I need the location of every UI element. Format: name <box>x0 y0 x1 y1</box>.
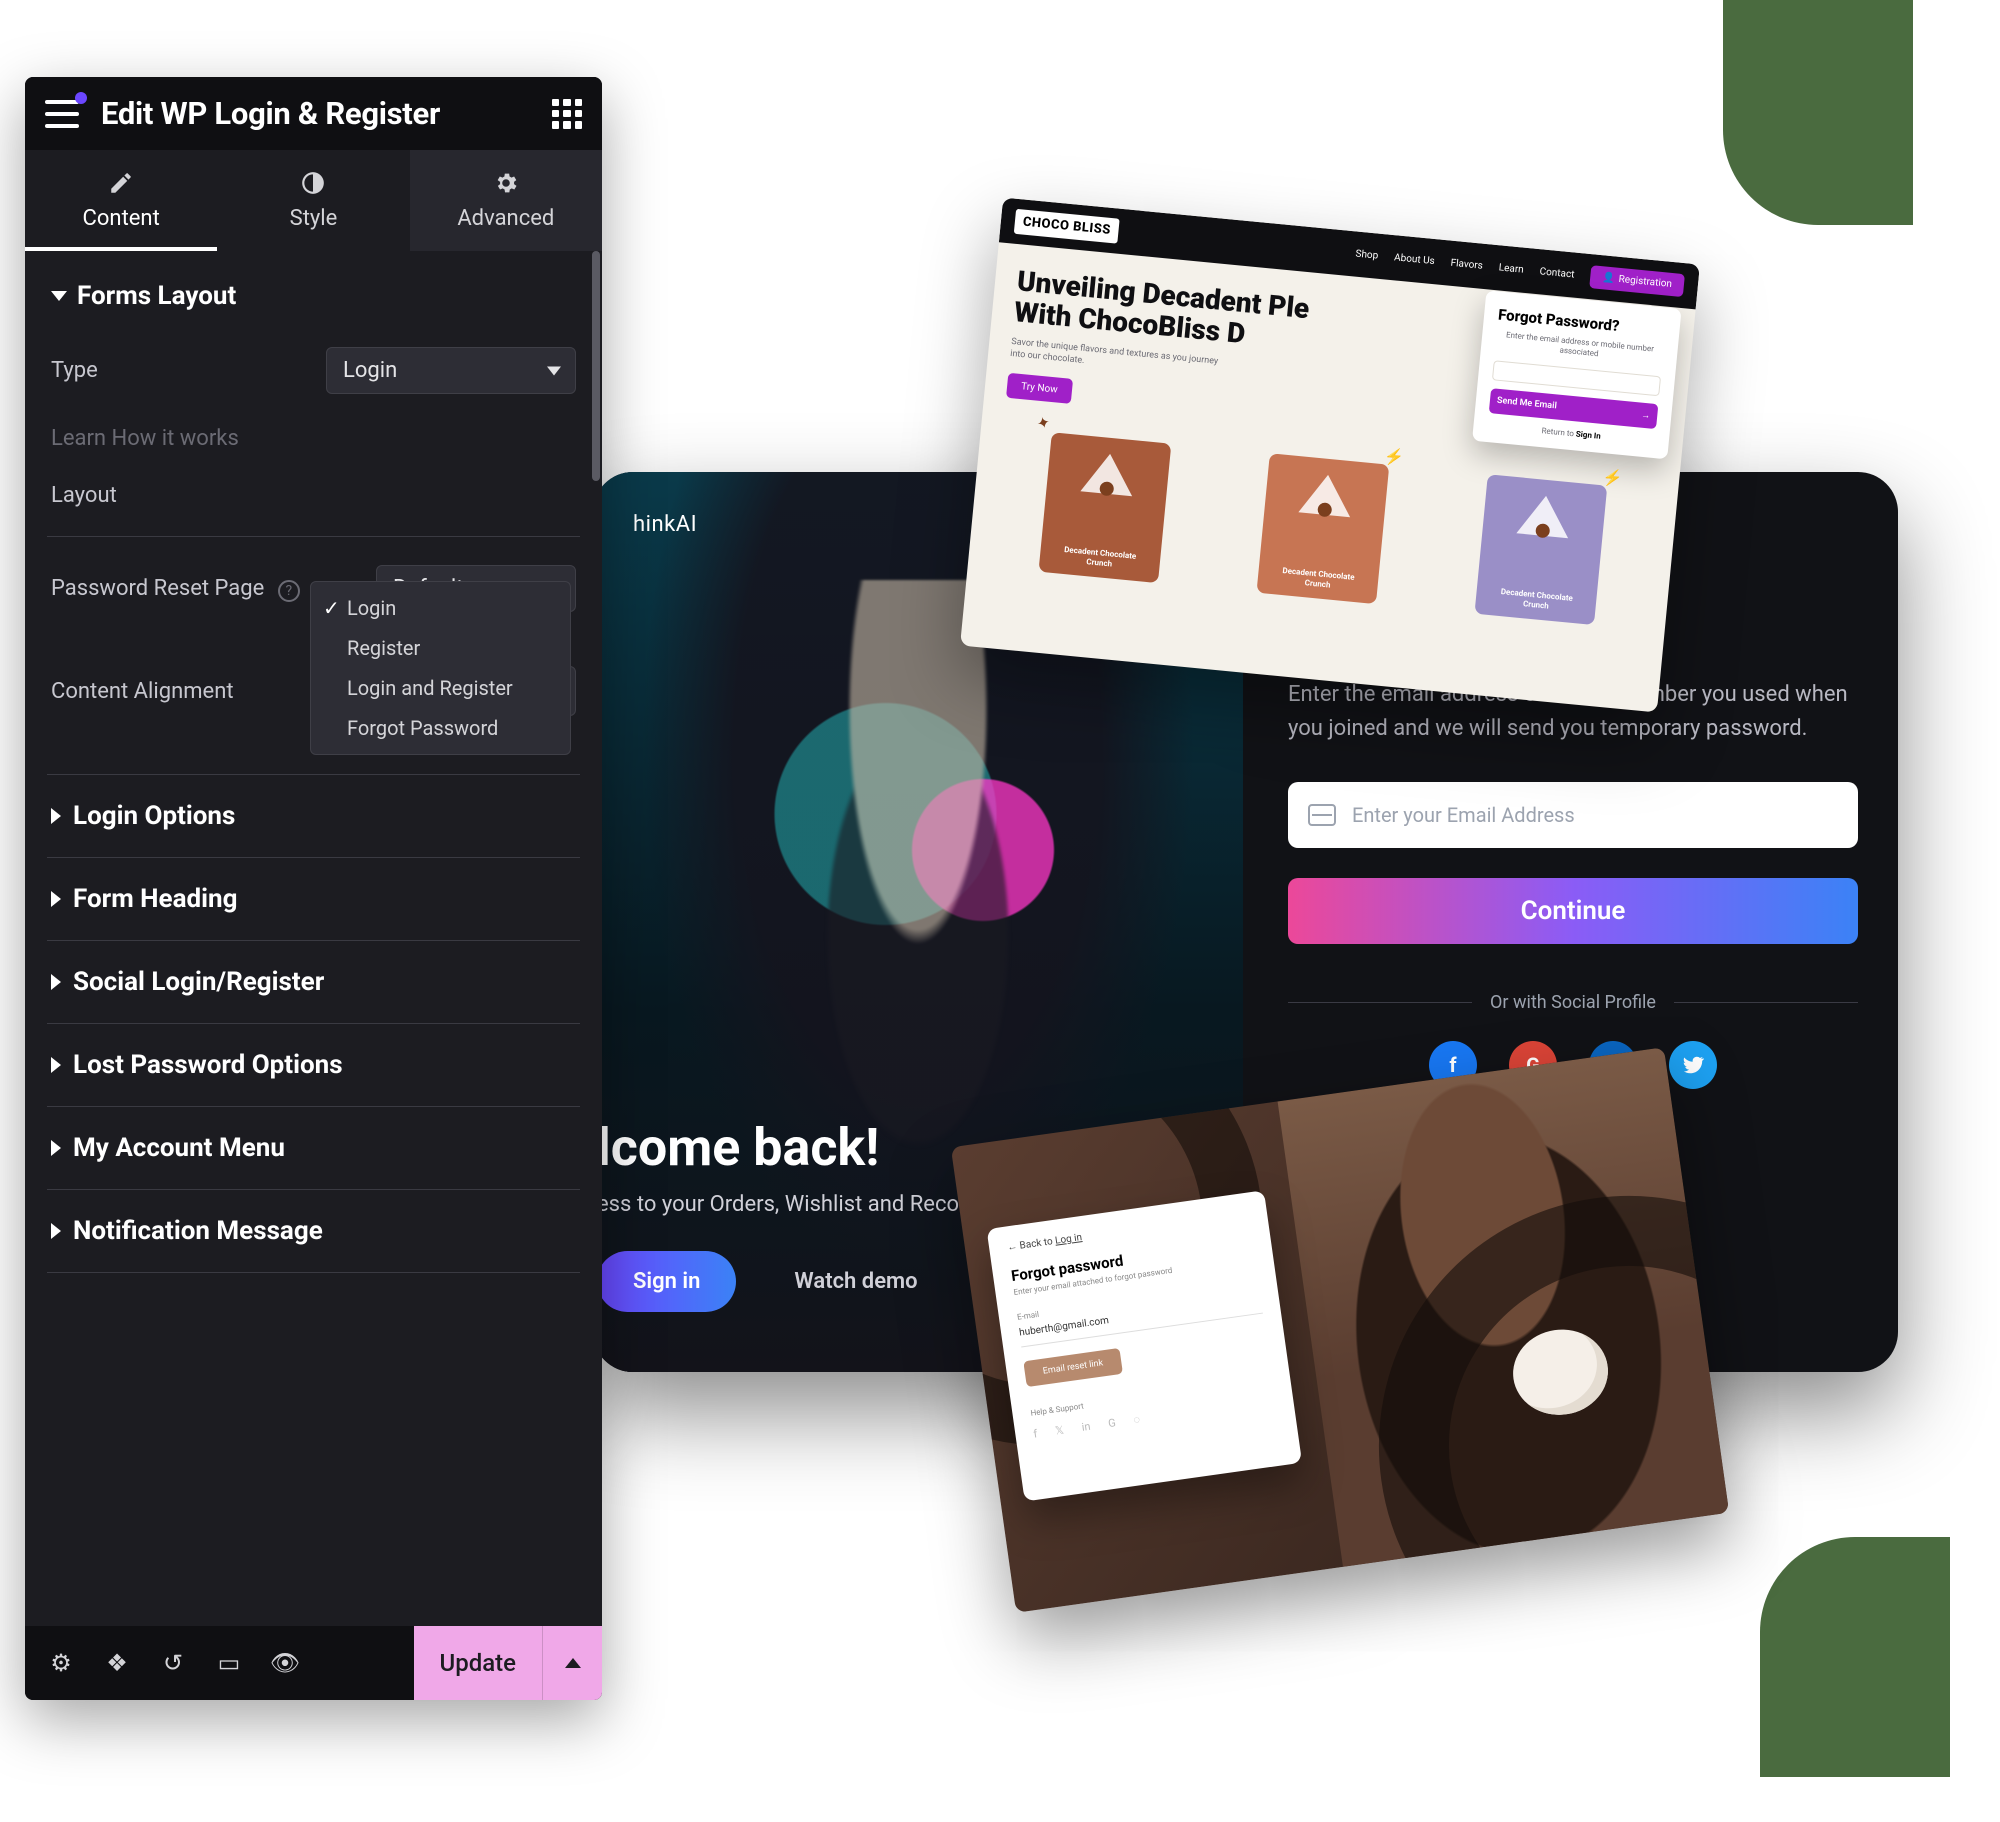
brown-card-body: ← Back to Log in Forgot password Enter y… <box>987 1190 1303 1501</box>
row-type: Type Login <box>47 333 580 408</box>
editor-tabs: Content Style Advanced <box>25 150 602 251</box>
chevron-right-icon <box>51 1140 61 1156</box>
type-dropdown: Login Register Login and Register Forgot… <box>310 581 571 755</box>
section-social-login[interactable]: Social Login/Register <box>47 940 580 1023</box>
layout-label: Layout <box>51 483 576 508</box>
scrollbar[interactable] <box>592 251 600 481</box>
fb-icon[interactable]: f <box>1033 1427 1039 1440</box>
type-select[interactable]: Login <box>326 347 576 394</box>
product-pack-3: ⚡Decadent Chocolate Crunch <box>1475 474 1608 625</box>
nav-flavors[interactable]: Flavors <box>1450 258 1483 272</box>
settings-icon[interactable]: ⚙ <box>47 1649 75 1677</box>
editor-panel: Edit WP Login & Register Content Style A… <box>25 77 602 1700</box>
chevron-right-icon <box>51 974 61 990</box>
editor-footer: ⚙ ❖ ↺ ▭ 👁 Update <box>25 1626 602 1700</box>
choco-logo: CHOCO BLISS <box>1014 209 1120 244</box>
section-my-account[interactable]: My Account Menu <box>47 1106 580 1189</box>
option-login-register[interactable]: Login and Register <box>311 668 570 708</box>
signin-button[interactable]: Sign in <box>597 1251 736 1312</box>
update-button[interactable]: Update <box>414 1626 543 1700</box>
portrait-image <box>1278 1047 1730 1567</box>
chevron-down-icon <box>547 366 561 375</box>
editor-header: Edit WP Login & Register <box>25 77 602 150</box>
widgets-icon[interactable] <box>552 99 582 129</box>
nav-learn[interactable]: Learn <box>1498 262 1524 275</box>
row-layout: Layout <box>47 469 580 522</box>
or-divider: Or with Social Profile <box>1288 992 1858 1013</box>
chevron-right-icon <box>51 1057 61 1073</box>
preview-icon[interactable]: 👁 <box>271 1649 299 1677</box>
product-pack-1: ✦Decadent Chocolate Crunch <box>1038 432 1171 583</box>
in-icon[interactable]: in <box>1081 1420 1091 1434</box>
flower-accent <box>1508 1324 1614 1421</box>
chevron-up-icon <box>565 1658 581 1668</box>
divider <box>47 536 580 537</box>
email-reset-button[interactable]: Email reset link <box>1023 1348 1122 1387</box>
section-lost-password[interactable]: Lost Password Options <box>47 1023 580 1106</box>
chevron-down-icon <box>51 291 67 301</box>
decor-green-top <box>1723 0 1913 225</box>
history-icon[interactable]: ↺ <box>159 1649 187 1677</box>
mail-icon <box>1308 804 1336 826</box>
email-placeholder: Enter your Email Address <box>1352 803 1575 827</box>
watch-demo-button[interactable]: Watch demo <box>758 1251 953 1312</box>
option-register[interactable]: Register <box>311 628 570 668</box>
brand-label: hinkAI <box>633 512 697 537</box>
choco-card: CHOCO BLISS Shop About Us Flavors Learn … <box>960 197 1700 712</box>
learn-how-link[interactable]: Learn How it works <box>47 408 580 469</box>
email-input[interactable]: Enter your Email Address <box>1288 782 1858 848</box>
chevron-right-icon <box>51 891 61 907</box>
brown-forgot-card: ← Back to Log in Forgot password Enter y… <box>951 1047 1729 1613</box>
editor-body: Forms Layout Type Login Learn How it wor… <box>25 251 602 1630</box>
twitter-icon[interactable] <box>1669 1041 1717 1089</box>
section-form-heading[interactable]: Form Heading <box>47 857 580 940</box>
help-icon[interactable]: ? <box>278 580 300 602</box>
decor-green-bottom <box>1760 1537 1950 1777</box>
brown-social-row: f 𝕏 in G ◌ <box>1033 1394 1276 1441</box>
chevron-right-icon <box>51 1223 61 1239</box>
nav-contact[interactable]: Contact <box>1539 266 1575 280</box>
g-icon[interactable]: G <box>1107 1416 1116 1430</box>
nav-shop[interactable]: Shop <box>1355 249 1379 262</box>
update-options-button[interactable] <box>542 1626 602 1700</box>
tab-advanced[interactable]: Advanced <box>410 150 602 251</box>
section-forms-layout[interactable]: Forms Layout <box>47 251 580 333</box>
layers-icon[interactable]: ❖ <box>103 1649 131 1677</box>
section-notification[interactable]: Notification Message <box>47 1189 580 1273</box>
responsive-icon[interactable]: ▭ <box>215 1649 243 1677</box>
editor-title: Edit WP Login & Register <box>101 95 552 132</box>
option-forgot[interactable]: Forgot Password <box>311 708 570 748</box>
wa-icon[interactable]: ◌ <box>1133 1413 1141 1427</box>
register-button[interactable]: 👤 Registration <box>1589 265 1685 297</box>
tab-style[interactable]: Style <box>217 150 409 251</box>
option-login[interactable]: Login <box>311 588 570 628</box>
nav-about[interactable]: About Us <box>1394 252 1436 267</box>
tab-content[interactable]: Content <box>25 150 217 251</box>
section-login-options[interactable]: Login Options <box>47 774 580 857</box>
type-label: Type <box>51 358 326 383</box>
try-now-button[interactable]: Try Now <box>1006 373 1073 404</box>
choco-forgot-popover: Forgot Password? Enter the email address… <box>1472 290 1682 459</box>
tw-icon[interactable]: 𝕏 <box>1054 1423 1065 1437</box>
chevron-right-icon <box>51 808 61 824</box>
continue-button[interactable]: Continue <box>1288 878 1858 944</box>
menu-icon[interactable] <box>45 100 79 128</box>
product-pack-2: ⚡Decadent Chocolate Crunch <box>1256 453 1389 604</box>
